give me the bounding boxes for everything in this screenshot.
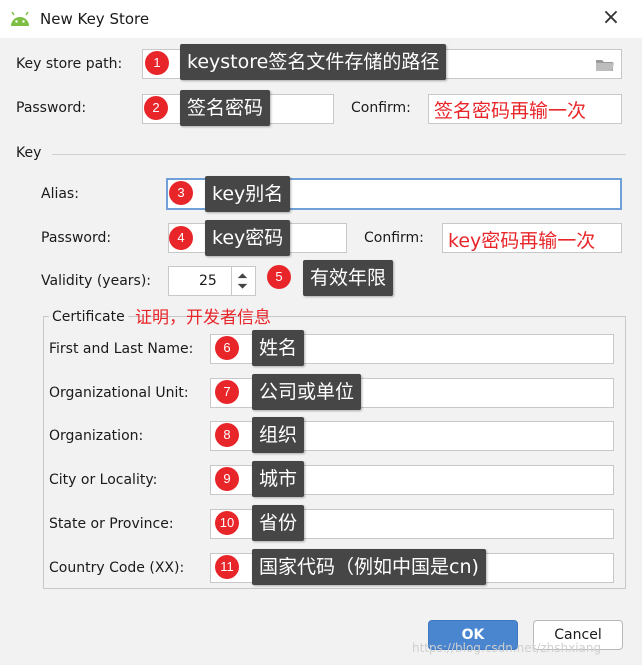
key-password-label: Password: bbox=[41, 230, 112, 246]
annotation-badge-8: 8 bbox=[215, 423, 239, 447]
certificate-section-label: Certificate bbox=[49, 309, 128, 325]
certificate-note: 证明，开发者信息 bbox=[135, 308, 271, 328]
annotation-1: keystore签名文件存储的路径 bbox=[180, 44, 447, 80]
annotation-badge-10: 10 bbox=[215, 511, 239, 535]
annotation-badge-9: 9 bbox=[215, 467, 239, 491]
annotation-3: key别名 bbox=[205, 176, 291, 212]
alias-label: Alias: bbox=[41, 186, 79, 202]
key-store-path-label: Key store path: bbox=[16, 56, 123, 72]
android-icon bbox=[11, 11, 29, 26]
annotation-badge-7: 7 bbox=[215, 380, 239, 404]
annotation-8: 组织 bbox=[252, 417, 305, 453]
annotation-5: 有效年限 bbox=[303, 260, 394, 296]
annotation-badge-2: 2 bbox=[144, 96, 168, 120]
state-label: State or Province: bbox=[49, 516, 174, 532]
validity-spinner[interactable]: 25 bbox=[168, 266, 256, 296]
annotation-badge-1: 1 bbox=[145, 51, 169, 75]
keystore-confirm-label: Confirm: bbox=[351, 100, 411, 116]
keystore-password-label: Password: bbox=[16, 100, 87, 116]
close-icon[interactable]: × bbox=[600, 7, 622, 30]
annotation-badge-11: 11 bbox=[215, 555, 239, 579]
country-code-label: Country Code (XX): bbox=[49, 560, 185, 576]
annotation-11: 国家代码（例如中国是cn) bbox=[252, 549, 486, 585]
city-label: City or Locality: bbox=[49, 472, 158, 488]
annotation-badge-5: 5 bbox=[267, 265, 291, 289]
validity-label: Validity (years): bbox=[41, 273, 152, 289]
first-last-name-label: First and Last Name: bbox=[49, 341, 194, 357]
annotation-7: 公司或单位 bbox=[252, 374, 362, 410]
spinner-arrows-icon[interactable] bbox=[231, 267, 253, 295]
annotation-9: 城市 bbox=[252, 461, 305, 497]
annotation-badge-3: 3 bbox=[169, 181, 193, 205]
annotation-10: 省份 bbox=[252, 505, 305, 541]
window-title: New Key Store bbox=[40, 10, 150, 28]
annotation-2: 签名密码 bbox=[180, 90, 271, 126]
folder-icon[interactable] bbox=[595, 57, 615, 73]
key-confirm-label: Confirm: bbox=[364, 230, 424, 246]
org-unit-label: Organizational Unit: bbox=[49, 385, 189, 401]
annotation-badge-6: 6 bbox=[215, 336, 239, 360]
organization-label: Organization: bbox=[49, 428, 144, 444]
key-section-divider bbox=[52, 154, 626, 155]
validity-value: 25 bbox=[199, 273, 217, 289]
key-section-label: Key bbox=[16, 145, 42, 161]
annotation-badge-4: 4 bbox=[169, 226, 193, 250]
annotation-4-confirm: key密码再输一次 bbox=[448, 230, 596, 252]
annotation-6: 姓名 bbox=[252, 330, 305, 366]
annotation-2-confirm: 签名密码再输一次 bbox=[434, 100, 587, 122]
annotation-4: key密码 bbox=[205, 220, 291, 256]
watermark: https://blog.csdn.net/zhshxiang bbox=[412, 641, 602, 655]
